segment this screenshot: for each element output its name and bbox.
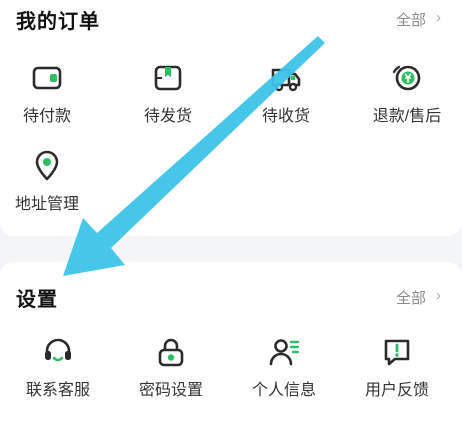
orders-card: 我的订单 全部 › 待付款 待发货 待收货 退款/售后 地址管理 <box>0 0 462 236</box>
package-icon <box>154 65 182 91</box>
order-item-pending-receipt[interactable]: 待收货 <box>231 62 341 126</box>
address-item-label: 地址管理 <box>14 196 79 213</box>
order-item-pending-payment[interactable]: 待付款 <box>0 62 102 126</box>
settings-item-password[interactable]: 密码设置 <box>116 336 226 400</box>
chevron-right-icon: › <box>436 287 441 304</box>
settings-view-all-link[interactable]: 全部 <box>396 287 426 308</box>
order-item-label: 退款/售后 <box>372 108 442 125</box>
orders-title: 我的订单 <box>16 11 100 33</box>
settings-item-label: 个人信息 <box>251 382 316 399</box>
order-item-label: 待付款 <box>22 108 71 125</box>
feedback-icon <box>384 339 410 366</box>
orders-header: 我的订单 全部 › <box>0 0 462 36</box>
order-item-label: 待收货 <box>261 108 310 125</box>
settings-item-personal-info[interactable]: 个人信息 <box>229 336 339 400</box>
settings-item-label: 用户反馈 <box>364 382 429 399</box>
orders-view-all-link[interactable]: 全部 <box>396 9 426 30</box>
settings-item-customer-service[interactable]: 联系客服 <box>3 336 113 400</box>
chevron-right-icon: › <box>436 9 441 26</box>
order-item-refund-aftersale[interactable]: 退款/售后 <box>352 62 462 126</box>
address-management-item[interactable]: 地址管理 <box>0 150 102 214</box>
settings-item-feedback[interactable]: 用户反馈 <box>342 336 452 400</box>
order-item-label: 待发货 <box>143 108 192 125</box>
profile-page: 我的订单 全部 › 待付款 待发货 待收货 退款/售后 地址管理 设置 全部 ›… <box>0 0 462 447</box>
truck-icon <box>271 68 301 92</box>
settings-header: 设置 全部 › <box>0 278 462 314</box>
wallet-icon <box>32 66 62 90</box>
lock-icon <box>158 338 184 367</box>
settings-item-label: 联系客服 <box>25 382 90 399</box>
headset-icon <box>45 338 71 362</box>
location-pin-icon <box>35 150 59 181</box>
refund-icon <box>392 65 421 91</box>
settings-item-label: 密码设置 <box>138 382 203 399</box>
settings-title: 设置 <box>16 289 58 311</box>
order-item-pending-shipment[interactable]: 待发货 <box>113 62 223 126</box>
user-profile-icon <box>269 339 300 366</box>
settings-card: 设置 全部 › 联系客服 密码设置 个人信息 用户反馈 <box>0 262 462 447</box>
